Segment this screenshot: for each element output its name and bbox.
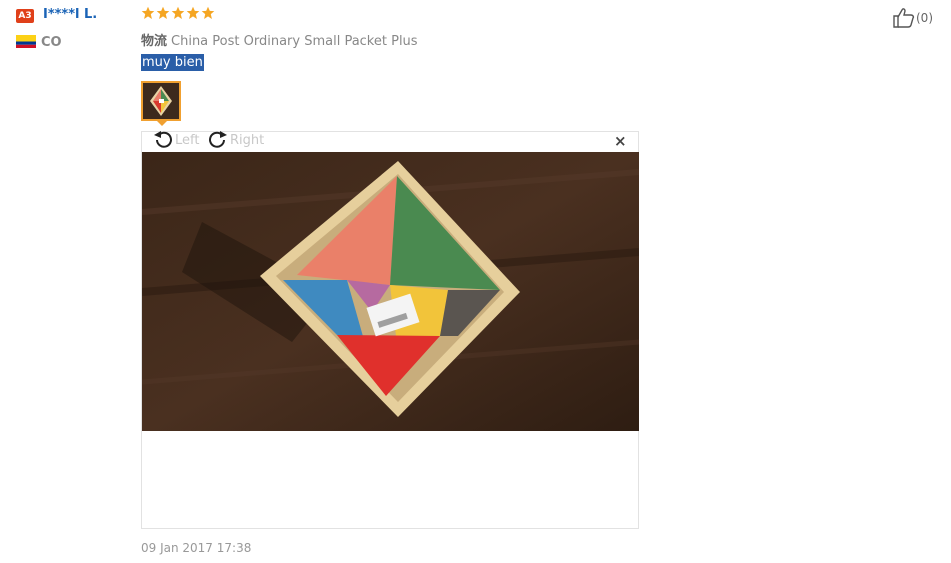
helpful-count: (0) — [916, 11, 933, 25]
rotate-left-button[interactable]: Left — [152, 130, 199, 150]
reviewer-name[interactable]: I****l L. — [43, 7, 97, 22]
review-text: muy bien — [141, 54, 204, 71]
rotate-right-icon — [209, 131, 227, 148]
star-icon — [156, 6, 170, 19]
star-icon — [186, 6, 200, 19]
rotate-right-label: Right — [230, 132, 265, 148]
thumbs-up-icon — [893, 8, 915, 28]
star-rating — [141, 6, 215, 22]
tangram-thumbnail-image — [143, 83, 179, 119]
shipping-info: 物流 China Post Ordinary Small Packet Plus — [141, 30, 418, 49]
review-photo — [142, 152, 639, 431]
close-viewer-button[interactable]: × — [614, 134, 627, 149]
star-icon — [141, 6, 155, 19]
rotate-left-label: Left — [175, 132, 200, 148]
thumbnail-pointer — [156, 120, 168, 126]
star-icon — [171, 6, 185, 19]
buyer-level-badge: A3 — [16, 9, 34, 23]
shipping-label: 物流 — [141, 34, 168, 49]
reviewer-country: CO — [41, 35, 62, 50]
shipping-method: China Post Ordinary Small Packet Plus — [171, 34, 418, 49]
colombia-flag-icon — [16, 35, 36, 48]
rotate-left-icon — [154, 131, 172, 148]
review-photo-thumbnail[interactable] — [141, 81, 181, 121]
helpful-button[interactable]: (0) — [892, 7, 933, 29]
rotate-right-button[interactable]: Right — [207, 130, 264, 150]
star-icon — [201, 6, 215, 19]
review-date: 09 Jan 2017 17:38 — [141, 541, 252, 555]
